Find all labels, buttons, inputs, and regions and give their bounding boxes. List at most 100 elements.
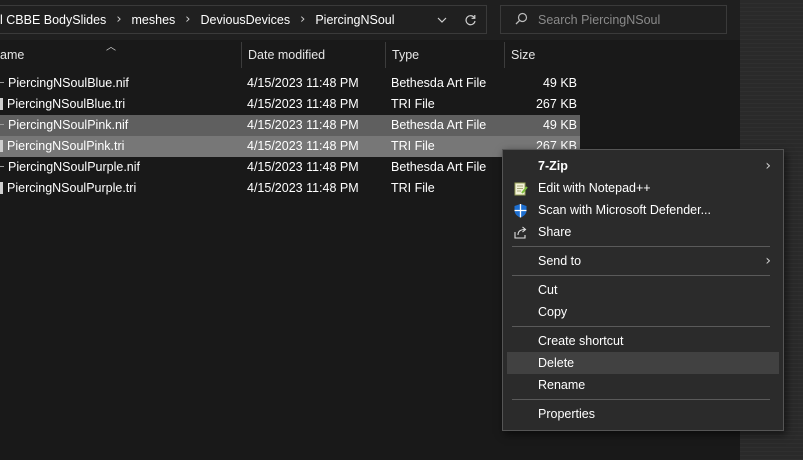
menu-item-create-shortcut[interactable]: Create shortcut xyxy=(507,330,779,352)
file-size-text: 49 KB xyxy=(542,76,577,90)
menu-item-properties[interactable]: Properties xyxy=(507,403,779,425)
menu-item-copy[interactable]: Copy xyxy=(507,301,779,323)
file-type-text: Bethesda Art File xyxy=(391,118,487,132)
menu-item-label: Properties xyxy=(538,407,595,421)
file-row[interactable]: PiercingNSoulPurple.nif 4/15/2023 11:48 P… xyxy=(0,157,580,178)
file-row[interactable]: PiercingNSoulBlue.nif 4/15/2023 11:48 PM B… xyxy=(0,73,580,94)
context-menu: 7-Zip › Edit with Notepad++ Scan with Mi… xyxy=(502,149,784,431)
menu-item-cut[interactable]: Cut xyxy=(507,279,779,301)
file-type-text: Bethesda Art File xyxy=(391,76,487,90)
nif-file-icon xyxy=(0,124,4,126)
shield-icon xyxy=(513,203,528,218)
breadcrumb-separator-icon[interactable]: › xyxy=(185,12,190,27)
file-name: PiercingNSoulPurple.tri xyxy=(0,178,240,199)
notepad-plus-plus-icon xyxy=(513,181,528,196)
menu-item-label: Scan with Microsoft Defender... xyxy=(538,203,711,217)
breadcrumb-item[interactable]: meshes xyxy=(132,13,176,27)
file-date-modified: 4/15/2023 11:48 PM xyxy=(247,73,377,94)
menu-separator xyxy=(512,275,770,276)
chevron-down-icon[interactable] xyxy=(433,12,451,28)
file-size-text: 49 KB xyxy=(542,118,577,132)
file-type: TRI File xyxy=(391,136,501,157)
menu-separator xyxy=(512,246,770,247)
file-size: 49 KB xyxy=(504,115,577,136)
search-box[interactable] xyxy=(500,5,727,34)
breadcrumb-item[interactable]: DeviousDevices xyxy=(201,13,291,27)
file-date-modified-text: 4/15/2023 11:48 PM xyxy=(247,118,359,132)
menu-item-label: Copy xyxy=(538,305,568,319)
breadcrumb-separator-icon[interactable]: › xyxy=(300,12,305,27)
file-date-modified-text: 4/15/2023 11:48 PM xyxy=(247,181,359,195)
file-date-modified: 4/15/2023 11:48 PM xyxy=(247,157,377,178)
file-name: PiercingNSoulPink.tri xyxy=(0,136,240,157)
menu-item-7zip[interactable]: 7-Zip › xyxy=(507,155,779,177)
refresh-icon[interactable] xyxy=(460,11,480,29)
menu-item-label: 7-Zip xyxy=(538,159,568,173)
file-size: 49 KB xyxy=(504,73,577,94)
menu-separator xyxy=(512,399,770,400)
file-name-text: PiercingNSoulPurple.nif xyxy=(8,160,141,174)
nif-file-icon xyxy=(0,166,4,168)
file-size: 267 KB xyxy=(504,94,577,115)
tri-file-icon xyxy=(0,139,3,152)
breadcrumb-item[interactable]: PiercingNSoul xyxy=(315,13,394,27)
file-type-text: TRI File xyxy=(391,139,435,153)
file-date-modified: 4/15/2023 11:48 PM xyxy=(247,178,377,199)
column-header-date[interactable]: Date modified xyxy=(241,42,384,68)
file-row[interactable]: PiercingNSoulPink.nif 4/15/2023 11:48 PM B… xyxy=(0,115,580,136)
file-row[interactable]: PiercingNSoulPurple.tri 4/15/2023 11:48 P… xyxy=(0,178,580,199)
tri-file-icon xyxy=(0,181,3,194)
menu-separator xyxy=(512,326,770,327)
file-type: TRI File xyxy=(391,178,501,199)
file-type-text: Bethesda Art File xyxy=(391,160,487,174)
file-date-modified-text: 4/15/2023 11:48 PM xyxy=(247,139,359,153)
tri-file-icon xyxy=(0,97,3,110)
file-type: TRI File xyxy=(391,94,501,115)
menu-item-label: Share xyxy=(538,225,572,239)
column-header-row: ame Date modified Type Size xyxy=(0,42,740,68)
file-name-text: PiercingNSoulPink.nif xyxy=(8,118,129,132)
file-date-modified-text: 4/15/2023 11:48 PM xyxy=(247,76,359,90)
file-type: Bethesda Art File xyxy=(391,73,501,94)
menu-item-label: Edit with Notepad++ xyxy=(538,181,651,195)
file-name: PiercingNSoulPink.nif xyxy=(0,115,240,136)
file-name-text: PiercingNSoulBlue.tri xyxy=(7,97,126,111)
menu-item-rename[interactable]: Rename xyxy=(507,374,779,396)
file-name: PiercingNSoulBlue.nif xyxy=(0,73,240,94)
menu-item-scan-defender[interactable]: Scan with Microsoft Defender... xyxy=(507,199,779,221)
file-name: PiercingNSoulPurple.nif xyxy=(0,157,240,178)
file-row[interactable]: PiercingNSoulPink.tri 4/15/2023 11:48 PM T… xyxy=(0,136,580,157)
file-size-text: 267 KB xyxy=(535,97,577,111)
menu-item-share[interactable]: Share xyxy=(507,221,779,243)
file-row[interactable]: PiercingNSoulBlue.tri 4/15/2023 11:48 PM T… xyxy=(0,94,580,115)
address-bar[interactable]: l CBBE BodySlides › meshes › DeviousDevi… xyxy=(0,5,487,34)
menu-item-delete[interactable]: Delete xyxy=(507,352,779,374)
share-icon xyxy=(513,225,528,240)
menu-item-label: Delete xyxy=(538,356,575,370)
chevron-right-icon: › xyxy=(765,158,771,174)
column-header-name[interactable]: ame xyxy=(0,42,240,68)
nif-file-icon xyxy=(0,82,4,84)
file-date-modified-text: 4/15/2023 11:48 PM xyxy=(247,97,359,111)
menu-item-label: Create shortcut xyxy=(538,334,624,348)
menu-item-label: Cut xyxy=(538,283,558,297)
search-input[interactable] xyxy=(538,12,718,27)
breadcrumb-separator-icon[interactable]: › xyxy=(116,12,121,27)
file-date-modified-text: 4/15/2023 11:48 PM xyxy=(247,160,359,174)
menu-item-send-to[interactable]: Send to › xyxy=(507,250,779,272)
menu-item-edit-notepad[interactable]: Edit with Notepad++ xyxy=(507,177,779,199)
file-name-text: PiercingNSoulBlue.nif xyxy=(8,76,129,90)
file-type-text: TRI File xyxy=(391,181,435,195)
chevron-right-icon: › xyxy=(765,253,771,269)
file-name-text: PiercingNSoulPurple.tri xyxy=(7,181,137,195)
file-type: Bethesda Art File xyxy=(391,157,501,178)
file-name-text: PiercingNSoulPink.tri xyxy=(7,139,125,153)
breadcrumb-item[interactable]: l CBBE BodySlides xyxy=(0,13,106,27)
file-date-modified: 4/15/2023 11:48 PM xyxy=(247,115,377,136)
address-row: l CBBE BodySlides › meshes › DeviousDevi… xyxy=(0,0,740,40)
column-header-type[interactable]: Type xyxy=(385,42,503,68)
column-header-size[interactable]: Size xyxy=(504,42,580,68)
file-type: Bethesda Art File xyxy=(391,115,501,136)
file-date-modified: 4/15/2023 11:48 PM xyxy=(247,94,377,115)
file-type-text: TRI File xyxy=(391,97,435,111)
